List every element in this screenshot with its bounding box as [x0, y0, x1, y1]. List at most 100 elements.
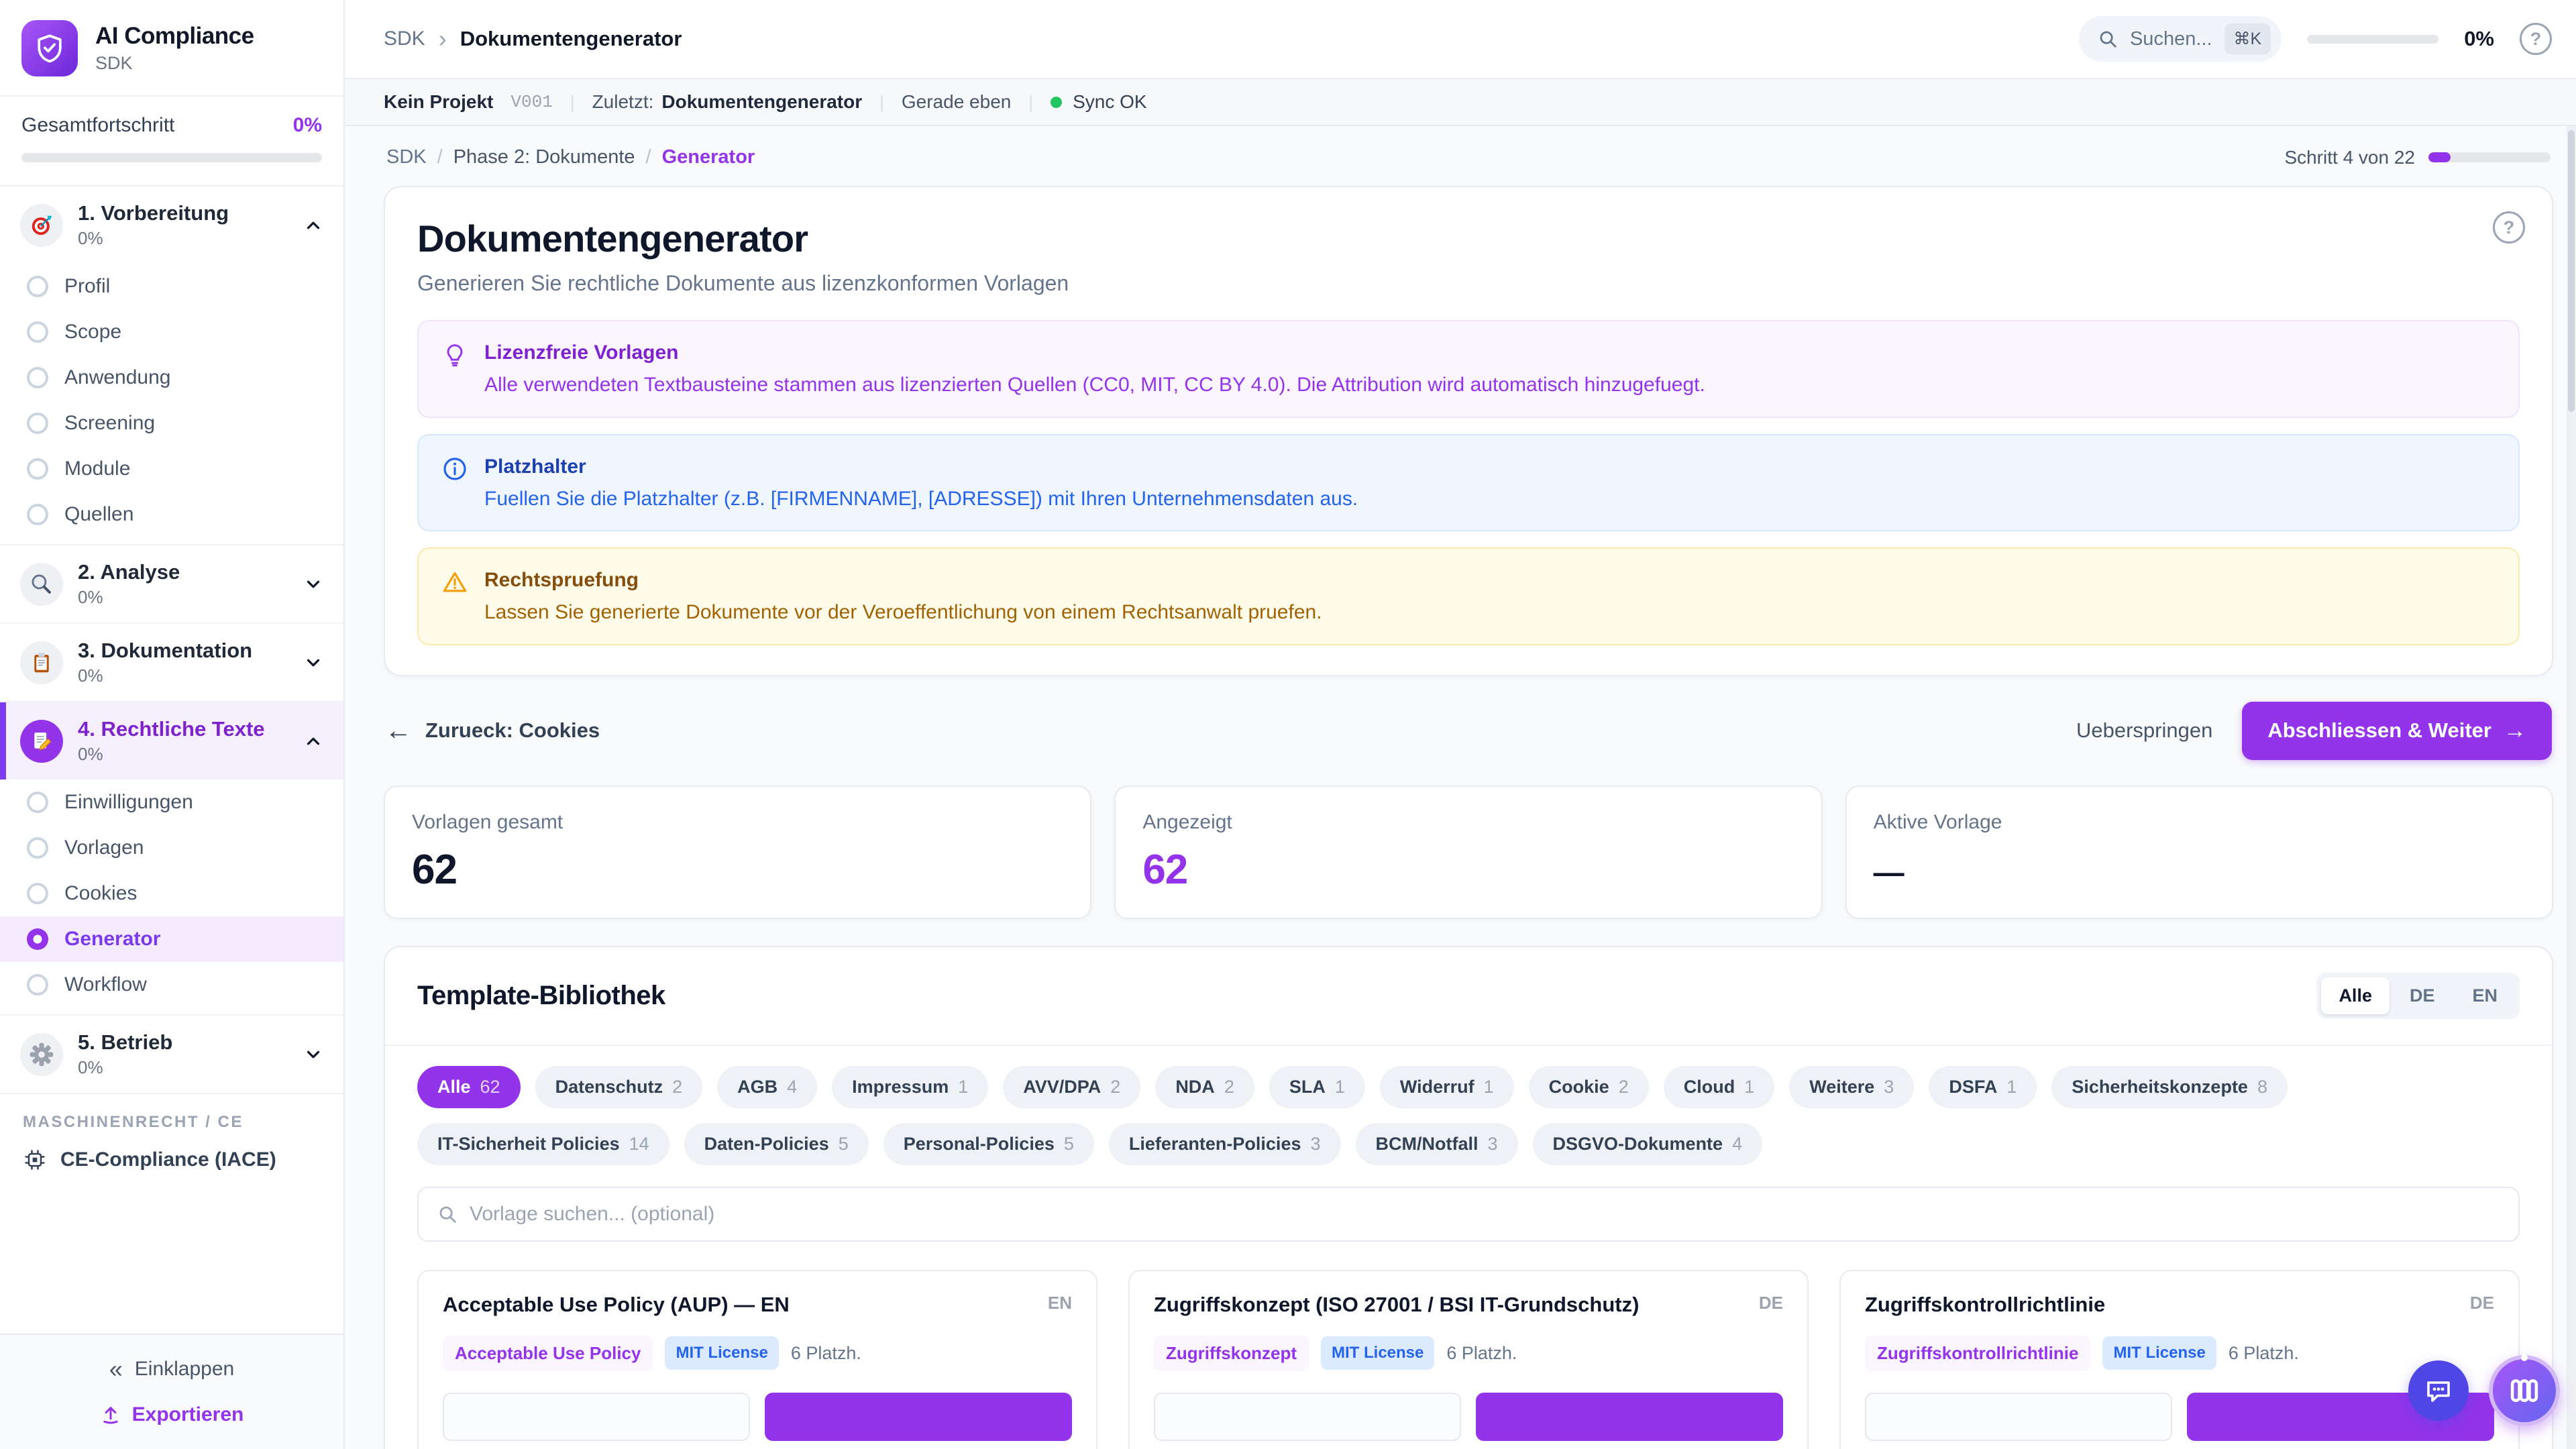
- filter-chip[interactable]: Daten-Policies 5: [684, 1123, 869, 1165]
- template-preview-button[interactable]: [1154, 1393, 1461, 1441]
- sidebar-item[interactable]: Quellen: [0, 492, 343, 537]
- filter-chip[interactable]: BCM/Notfall 3: [1356, 1123, 1518, 1165]
- export-button[interactable]: Exportieren: [100, 1403, 244, 1426]
- status-bar: Kein Projekt V001 | Zuletzt: Dokumenteng…: [345, 79, 2576, 126]
- stat-value: 62: [412, 846, 1063, 894]
- keyboard-shortcut-badge: ⌘K: [2224, 23, 2271, 54]
- template-card-grid: Acceptable Use Policy (AUP) — EN EN Acce…: [385, 1270, 2552, 1449]
- filter-chip[interactable]: Cloud 1: [1664, 1066, 1775, 1108]
- topbar-breadcrumb-current: Dokumentengenerator: [460, 27, 682, 51]
- stat-card: Vorlagen gesamt 62: [384, 786, 1091, 919]
- back-button[interactable]: ← Zurueck: Cookies: [385, 716, 600, 746]
- sidebar-item[interactable]: Anwendung: [0, 355, 343, 400]
- language-tab[interactable]: EN: [2455, 977, 2515, 1014]
- sidebar-item[interactable]: Scope: [0, 309, 343, 355]
- sidebar-item-ce-compliance[interactable]: CE-Compliance (IACE): [0, 1138, 343, 1188]
- sidebar-phase-analyse[interactable]: 2. Analyse 0%: [0, 545, 343, 623]
- template-search-box: [417, 1187, 2520, 1242]
- collapse-sidebar-button[interactable]: « Einklappen: [109, 1355, 234, 1383]
- filter-chip[interactable]: SLA 1: [1269, 1066, 1365, 1108]
- sidebar-phase-dokumentation[interactable]: 3. Dokumentation 0%: [0, 624, 343, 701]
- topbar-breadcrumb-root[interactable]: SDK: [384, 28, 425, 50]
- side-panel-toggle-button[interactable]: [2489, 1355, 2560, 1426]
- global-search-button[interactable]: Suchen... ⌘K: [2079, 16, 2282, 62]
- filter-label: Widerruf: [1400, 1077, 1474, 1097]
- card-help-button[interactable]: ?: [2493, 211, 2525, 244]
- sidebar-item-label: CE-Compliance (IACE): [60, 1148, 276, 1171]
- sidebar-item[interactable]: Vorlagen: [0, 825, 343, 871]
- template-use-button[interactable]: [1476, 1393, 1783, 1441]
- filter-count: 4: [787, 1077, 797, 1097]
- template-preview-button[interactable]: [1865, 1393, 2172, 1441]
- radio-circle-icon: [27, 276, 48, 297]
- sidebar-item-label: Quellen: [64, 503, 133, 526]
- sidebar-item[interactable]: Workflow: [0, 962, 343, 1008]
- finish-continue-button[interactable]: Abschliessen & Weiter →: [2242, 702, 2552, 760]
- lightbulb-icon: [441, 341, 468, 368]
- filter-chip[interactable]: IT-Sicherheit Policies 14: [417, 1123, 669, 1165]
- sidebar-item[interactable]: Screening: [0, 400, 343, 446]
- filter-chip[interactable]: Cookie 2: [1529, 1066, 1649, 1108]
- breadcrumb-phase[interactable]: Phase 2: Dokumente: [453, 146, 635, 168]
- breadcrumb-sdk[interactable]: SDK: [386, 146, 427, 168]
- language-tab[interactable]: Alle: [2321, 977, 2390, 1014]
- filter-chip[interactable]: Impressum 1: [832, 1066, 988, 1108]
- filter-chip[interactable]: DSGVO-Dokumente 4: [1533, 1123, 1763, 1165]
- sidebar-footer: « Einklappen Exportieren: [0, 1334, 343, 1449]
- template-title: Zugriffskonzept (ISO 27001 / BSI IT-Grun…: [1154, 1293, 1748, 1317]
- sidebar-phase-rechtliche-texte[interactable]: 4. Rechtliche Texte 0%: [0, 702, 343, 780]
- skip-button[interactable]: Ueberspringen: [2076, 718, 2212, 743]
- filter-chip[interactable]: Sicherheitskonzepte 8: [2051, 1066, 2288, 1108]
- phase1-items: Profil Scope Anwendung Screening: [0, 264, 343, 544]
- sidebar-phase-betrieb[interactable]: 5. Betrieb 0%: [0, 1016, 343, 1093]
- filter-label: Datenschutz: [555, 1077, 663, 1097]
- sidebar-item[interactable]: Module: [0, 446, 343, 492]
- sidebar-item[interactable]: Einwilligungen: [0, 780, 343, 825]
- filter-chip[interactable]: AVV/DPA 2: [1003, 1066, 1140, 1108]
- sidebar-phase-vorbereitung[interactable]: 1. Vorbereitung 0%: [0, 186, 343, 264]
- filter-chip[interactable]: Widerruf 1: [1380, 1066, 1514, 1108]
- sidebar-item[interactable]: Profil: [0, 264, 343, 309]
- language-tab[interactable]: DE: [2392, 977, 2453, 1014]
- overall-progress-bar: [21, 153, 322, 162]
- search-icon: [437, 1204, 458, 1224]
- filter-count: 5: [1064, 1134, 1074, 1155]
- filter-chip[interactable]: DSFA 1: [1929, 1066, 2037, 1108]
- step-indicator: Schritt 4 von 22: [2284, 147, 2415, 168]
- filter-count: 1: [2006, 1077, 2017, 1097]
- help-button[interactable]: ?: [2520, 23, 2552, 55]
- template-search-input[interactable]: [470, 1203, 2500, 1226]
- filter-chip[interactable]: Alle 62: [417, 1066, 521, 1108]
- filter-chip[interactable]: NDA 2: [1155, 1066, 1254, 1108]
- radio-circle-icon: [27, 792, 48, 813]
- filter-chip[interactable]: Datenschutz 2: [535, 1066, 703, 1108]
- memo-icon: [20, 720, 63, 763]
- filter-chip[interactable]: Lieferanten-Policies 3: [1109, 1123, 1341, 1165]
- language-badge: DE: [1759, 1293, 1783, 1313]
- filter-chip[interactable]: Personal-Policies 5: [883, 1123, 1094, 1165]
- scrollbar[interactable]: [2567, 126, 2576, 1449]
- sidebar-item-label: Cookies: [64, 882, 137, 905]
- radio-circle-icon: [27, 504, 48, 525]
- chevron-right-icon: ›: [439, 25, 447, 53]
- filter-label: Sicherheitskonzepte: [2072, 1077, 2248, 1097]
- chevron-down-icon: [303, 574, 323, 594]
- template-use-button[interactable]: [765, 1393, 1072, 1441]
- sidebar-item[interactable]: Cookies: [0, 871, 343, 916]
- template-preview-button[interactable]: [443, 1393, 750, 1441]
- sidebar-section-label: MASCHINENRECHT / CE: [0, 1094, 343, 1138]
- chevron-down-icon: [303, 1044, 323, 1065]
- sidebar-item[interactable]: Generator: [0, 916, 343, 962]
- filter-label: SLA: [1289, 1077, 1326, 1097]
- filter-label: Personal-Policies: [904, 1134, 1055, 1155]
- phase-percent: 0%: [78, 587, 180, 608]
- chat-assistant-button[interactable]: [2408, 1360, 2469, 1421]
- filter-chip[interactable]: AGB 4: [717, 1066, 817, 1108]
- filter-chip[interactable]: Weitere 3: [1789, 1066, 1914, 1108]
- stat-card: Angezeigt 62: [1114, 786, 1822, 919]
- search-icon: [2098, 29, 2118, 49]
- notice-body: Lassen Sie generierte Dokumente vor der …: [484, 600, 1322, 625]
- sidebar-item-label: Generator: [64, 928, 160, 951]
- notice-list: Lizenzfreie Vorlagen Alle verwendeten Te…: [417, 320, 2520, 645]
- notice-title: Lizenzfreie Vorlagen: [484, 341, 1705, 364]
